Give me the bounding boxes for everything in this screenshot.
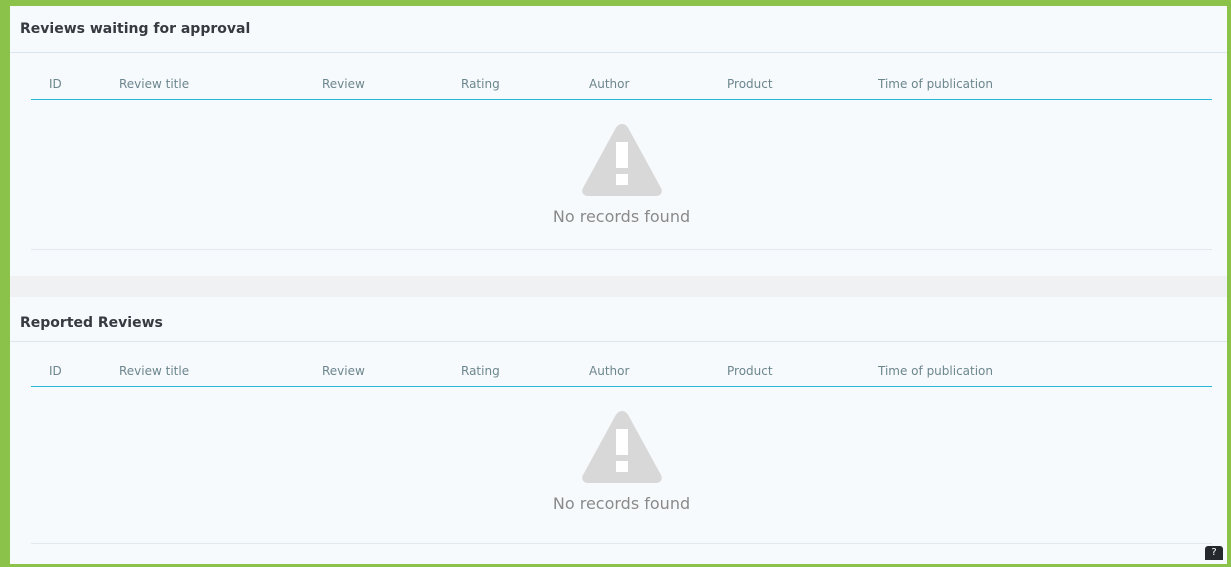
grid-header-row: ID Review title Review Rating Author Pro… <box>31 357 1212 387</box>
empty-state: No records found <box>31 100 1212 250</box>
column-author[interactable]: Author <box>589 364 629 378</box>
column-time-of-publication[interactable]: Time of publication <box>878 364 993 378</box>
column-product[interactable]: Product <box>727 364 773 378</box>
empty-message: No records found <box>552 494 691 513</box>
column-review[interactable]: Review <box>322 364 365 378</box>
panel-header: Reviews waiting for approval <box>10 6 1227 53</box>
grid-header-row: ID Review title Review Rating Author Pro… <box>31 70 1212 100</box>
column-review[interactable]: Review <box>322 77 365 91</box>
panel-title: Reviews waiting for approval <box>20 21 251 37</box>
panel-title: Reported Reviews <box>20 315 163 331</box>
column-review-title[interactable]: Review title <box>119 77 189 91</box>
column-rating[interactable]: Rating <box>461 77 500 91</box>
panel-header: Reported Reviews <box>10 297 1227 342</box>
column-id[interactable]: ID <box>49 77 62 91</box>
empty-state: No records found <box>31 387 1212 544</box>
warning-icon <box>582 124 662 196</box>
help-icon[interactable]: ? <box>1205 546 1223 560</box>
column-product[interactable]: Product <box>727 77 773 91</box>
column-review-title[interactable]: Review title <box>119 364 189 378</box>
highlight-frame: Reviews waiting for approval ID Review t… <box>0 0 1231 567</box>
reviews-waiting-grid: ID Review title Review Rating Author Pro… <box>31 70 1212 250</box>
column-id[interactable]: ID <box>49 364 62 378</box>
reported-reviews-panel: Reported Reviews ID Review title Review … <box>10 297 1227 564</box>
column-rating[interactable]: Rating <box>461 364 500 378</box>
reported-reviews-grid: ID Review title Review Rating Author Pro… <box>31 357 1212 544</box>
reviews-waiting-panel: Reviews waiting for approval ID Review t… <box>10 6 1227 276</box>
warning-icon <box>582 411 662 483</box>
empty-message: No records found <box>552 207 691 226</box>
column-author[interactable]: Author <box>589 77 629 91</box>
column-time-of-publication[interactable]: Time of publication <box>878 77 993 91</box>
